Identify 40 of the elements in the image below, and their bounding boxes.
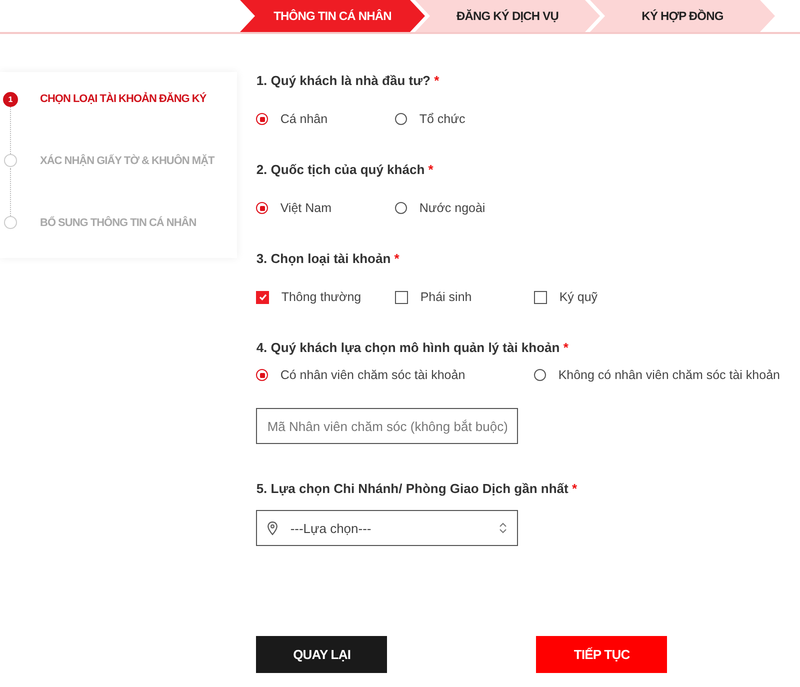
question-label: 5. Lựa chọn Chi Nhánh/ Phòng Giao Dịch gần nhất — [256, 481, 568, 496]
radio-button[interactable] — [256, 202, 268, 214]
radio-button[interactable] — [395, 113, 408, 125]
option-label: Việt Nam — [280, 201, 332, 215]
step-marker: 1 — [3, 92, 18, 107]
option-label: Cá nhân — [280, 112, 328, 126]
option-label: Phái sinh — [420, 290, 472, 304]
option-label: Thông thường — [281, 290, 362, 304]
option-label: Không có nhân viên chăm sóc tài khoản — [558, 368, 780, 382]
radio-button[interactable] — [395, 202, 408, 214]
option-label: Có nhân viên chăm sóc tài khoản — [280, 368, 466, 382]
question-label: 4. Quý khách lựa chọn mô hình quản lý tài khoản — [256, 340, 560, 355]
checkbox[interactable] — [256, 290, 270, 304]
select-field[interactable]: ---Lựa chọn--- — [256, 510, 518, 546]
back-button[interactable]: QUAY LẠI — [256, 636, 388, 673]
required-mark: * — [394, 251, 400, 266]
step-tab[interactable]: THÔNG TIN CÁ NHÂN — [240, 0, 425, 32]
radio-button[interactable] — [256, 369, 268, 381]
required-mark: * — [428, 162, 434, 177]
step-tab[interactable]: KÝ HỢP ĐỒNG — [590, 0, 775, 32]
required-mark: * — [572, 481, 578, 496]
input-field[interactable]: Mã Nhân viên chăm sóc (không bắt buộc) — [256, 408, 518, 444]
option-label: Ký quỹ — [559, 290, 598, 304]
required-mark: * — [563, 340, 568, 355]
step-tab[interactable]: ĐĂNG KÝ DỊCH VỤ — [415, 0, 600, 32]
radio-button[interactable] — [256, 113, 268, 125]
option-label: Tổ chức — [419, 112, 466, 126]
required-mark: * — [434, 73, 440, 88]
up-down-chevron-icon — [499, 522, 508, 534]
checkbox[interactable] — [534, 290, 548, 304]
checkbox[interactable] — [395, 290, 408, 304]
next-button[interactable]: TIẾP TỤC — [536, 636, 668, 673]
checkmark-icon — [258, 292, 268, 302]
radio-button[interactable] — [534, 369, 546, 381]
question-label: 3. Chọn loại tài khoản — [256, 251, 391, 266]
question-label: 2. Quốc tịch của quý khách — [256, 162, 425, 177]
question-label: 1. Quý khách là nhà đầu tư? — [256, 73, 430, 88]
option-label: Nước ngoài — [419, 201, 486, 215]
location-pin-icon — [267, 520, 278, 536]
sidebar-step[interactable]: CHỌN LOẠI TÀI KHOẢN ĐĂNG KÝ — [40, 90, 220, 152]
